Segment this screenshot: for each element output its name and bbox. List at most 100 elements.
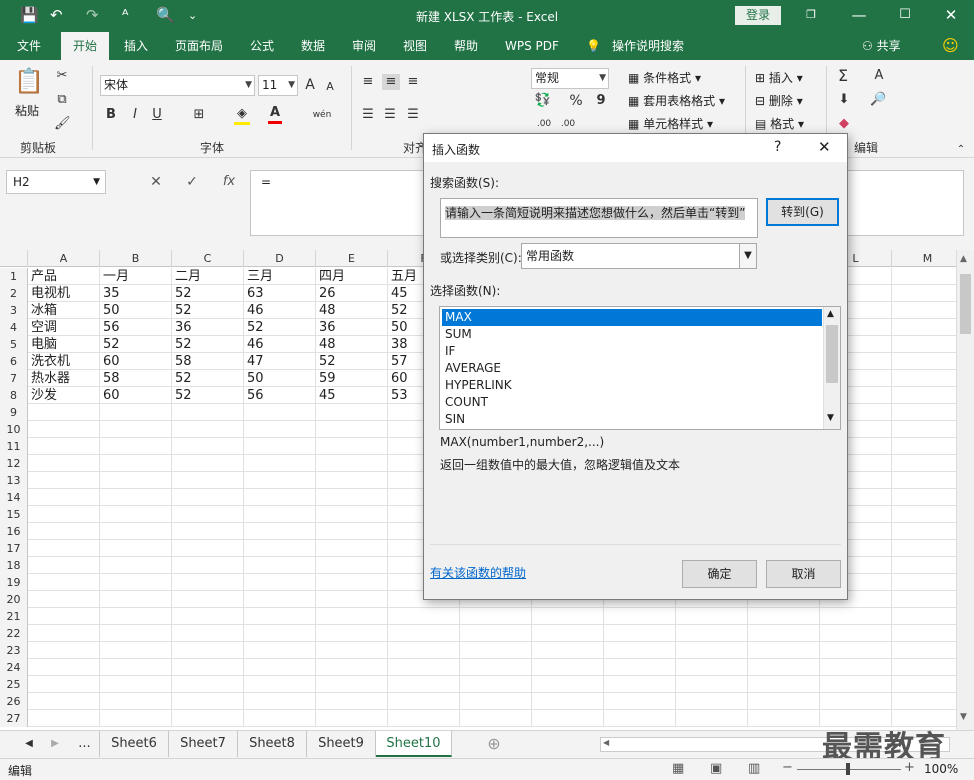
- row-header[interactable]: 15: [0, 506, 28, 523]
- grid-cell[interactable]: [892, 506, 956, 523]
- grid-cell[interactable]: [244, 693, 316, 710]
- sheet-prev-icon[interactable]: ◀: [18, 731, 40, 757]
- function-list-scrollbar[interactable]: ▲ ▼: [823, 307, 840, 429]
- grid-cell[interactable]: [172, 404, 244, 421]
- scroll-thumb[interactable]: [960, 274, 971, 334]
- align-left-icon[interactable]: ☰: [360, 107, 376, 123]
- grid-cell[interactable]: 二月: [172, 268, 244, 285]
- row-header[interactable]: 8: [0, 387, 28, 404]
- function-item-sum[interactable]: SUM: [442, 326, 822, 343]
- grid-cell[interactable]: [100, 642, 172, 659]
- percent-icon[interactable]: %: [568, 93, 584, 109]
- align-center-icon[interactable]: ☰: [382, 107, 398, 123]
- grid-cell[interactable]: [820, 608, 892, 625]
- tab-formulas[interactable]: 公式: [250, 32, 274, 60]
- grid-cell[interactable]: 52: [172, 302, 244, 319]
- grid-cell[interactable]: [28, 472, 100, 489]
- grid-cell[interactable]: [100, 489, 172, 506]
- grid-cell[interactable]: [532, 710, 604, 727]
- grid-cell[interactable]: 45: [316, 387, 388, 404]
- grid-cell[interactable]: [892, 268, 956, 285]
- grid-cell[interactable]: 52: [172, 370, 244, 387]
- grid-cell[interactable]: [28, 659, 100, 676]
- row-header[interactable]: 23: [0, 642, 28, 659]
- function-help-link[interactable]: 有关该函数的帮助: [430, 564, 526, 581]
- grid-cell[interactable]: [28, 591, 100, 608]
- grid-cell[interactable]: [892, 319, 956, 336]
- undo-icon[interactable]: ↶: [50, 6, 63, 24]
- tab-page-layout[interactable]: 页面布局: [175, 32, 223, 60]
- grid-cell[interactable]: [316, 710, 388, 727]
- grid-cell[interactable]: 空调: [28, 319, 100, 336]
- grid-cell[interactable]: [172, 693, 244, 710]
- grid-cell[interactable]: [748, 642, 820, 659]
- grid-cell[interactable]: [172, 540, 244, 557]
- dialog-close-button[interactable]: ✕: [818, 138, 831, 156]
- currency-icon[interactable]: 💱: [534, 93, 552, 109]
- grid-cell[interactable]: [244, 710, 316, 727]
- login-button[interactable]: 登录: [735, 6, 781, 25]
- scroll-down-icon[interactable]: ▼: [960, 712, 967, 722]
- grid-cell[interactable]: [604, 642, 676, 659]
- grid-cell[interactable]: [28, 557, 100, 574]
- grid-cell[interactable]: 50: [100, 302, 172, 319]
- function-list[interactable]: MAX SUM IF AVERAGE HYPERLINK COUNT SIN ▲…: [439, 306, 841, 430]
- normal-view-icon[interactable]: ▦: [672, 761, 684, 776]
- grid-cell[interactable]: [100, 557, 172, 574]
- grid-cell[interactable]: 46: [244, 336, 316, 353]
- tab-review[interactable]: 审阅: [352, 32, 376, 60]
- grid-cell[interactable]: 50: [244, 370, 316, 387]
- underline-button[interactable]: U: [150, 107, 164, 123]
- grid-cell[interactable]: [820, 676, 892, 693]
- insert-cells-button[interactable]: ⊞ 插入 ▾: [755, 69, 803, 86]
- sheet-tab-8[interactable]: Sheet8: [238, 731, 307, 757]
- grid-cell[interactable]: [892, 472, 956, 489]
- row-header[interactable]: 2: [0, 285, 28, 302]
- grid-cell[interactable]: [172, 710, 244, 727]
- grid-cell[interactable]: 58: [100, 370, 172, 387]
- search-function-input[interactable]: 请输入一条简短说明来描述您想做什么，然后单击“转到”: [440, 198, 758, 238]
- grid-cell[interactable]: [892, 591, 956, 608]
- row-header[interactable]: 14: [0, 489, 28, 506]
- page-layout-view-icon[interactable]: ▣: [710, 761, 722, 776]
- cancel-button[interactable]: 取消: [766, 560, 841, 588]
- grid-cell[interactable]: [892, 438, 956, 455]
- grid-cell[interactable]: [28, 676, 100, 693]
- grid-cell[interactable]: 52: [172, 336, 244, 353]
- grid-cell[interactable]: [244, 404, 316, 421]
- tab-wps-pdf[interactable]: WPS PDF: [505, 32, 559, 60]
- grid-cell[interactable]: [172, 438, 244, 455]
- border-icon[interactable]: ⊞: [192, 107, 206, 123]
- column-header[interactable]: D: [244, 250, 316, 267]
- row-header[interactable]: 25: [0, 676, 28, 693]
- grid-cell[interactable]: [316, 574, 388, 591]
- grid-cell[interactable]: [28, 608, 100, 625]
- grid-cell[interactable]: [388, 642, 460, 659]
- column-header[interactable]: C: [172, 250, 244, 267]
- font-size-select[interactable]: 11 ▼: [258, 75, 298, 96]
- grid-cell[interactable]: [820, 693, 892, 710]
- grid-cell[interactable]: [172, 455, 244, 472]
- scroll-left-icon[interactable]: ◀: [603, 738, 609, 747]
- sheet-tab-10[interactable]: Sheet10: [376, 731, 452, 757]
- grid-cell[interactable]: [676, 693, 748, 710]
- grid-cell[interactable]: [388, 659, 460, 676]
- grid-cell[interactable]: [388, 693, 460, 710]
- row-header[interactable]: 13: [0, 472, 28, 489]
- grid-cell[interactable]: [100, 574, 172, 591]
- close-window-button[interactable]: ✕: [936, 4, 966, 26]
- grid-cell[interactable]: [28, 506, 100, 523]
- grid-cell[interactable]: [28, 574, 100, 591]
- grid-cell[interactable]: [28, 625, 100, 642]
- grid-cell[interactable]: 36: [316, 319, 388, 336]
- grid-cell[interactable]: [388, 625, 460, 642]
- grid-cell[interactable]: [748, 693, 820, 710]
- grid-cell[interactable]: [892, 353, 956, 370]
- grid-cell[interactable]: [100, 608, 172, 625]
- tab-data[interactable]: 数据: [301, 32, 325, 60]
- save-icon[interactable]: 💾: [20, 6, 39, 24]
- grid-cell[interactable]: [388, 676, 460, 693]
- row-header[interactable]: 3: [0, 302, 28, 319]
- redo-icon[interactable]: ↷: [86, 6, 99, 24]
- row-header[interactable]: 10: [0, 421, 28, 438]
